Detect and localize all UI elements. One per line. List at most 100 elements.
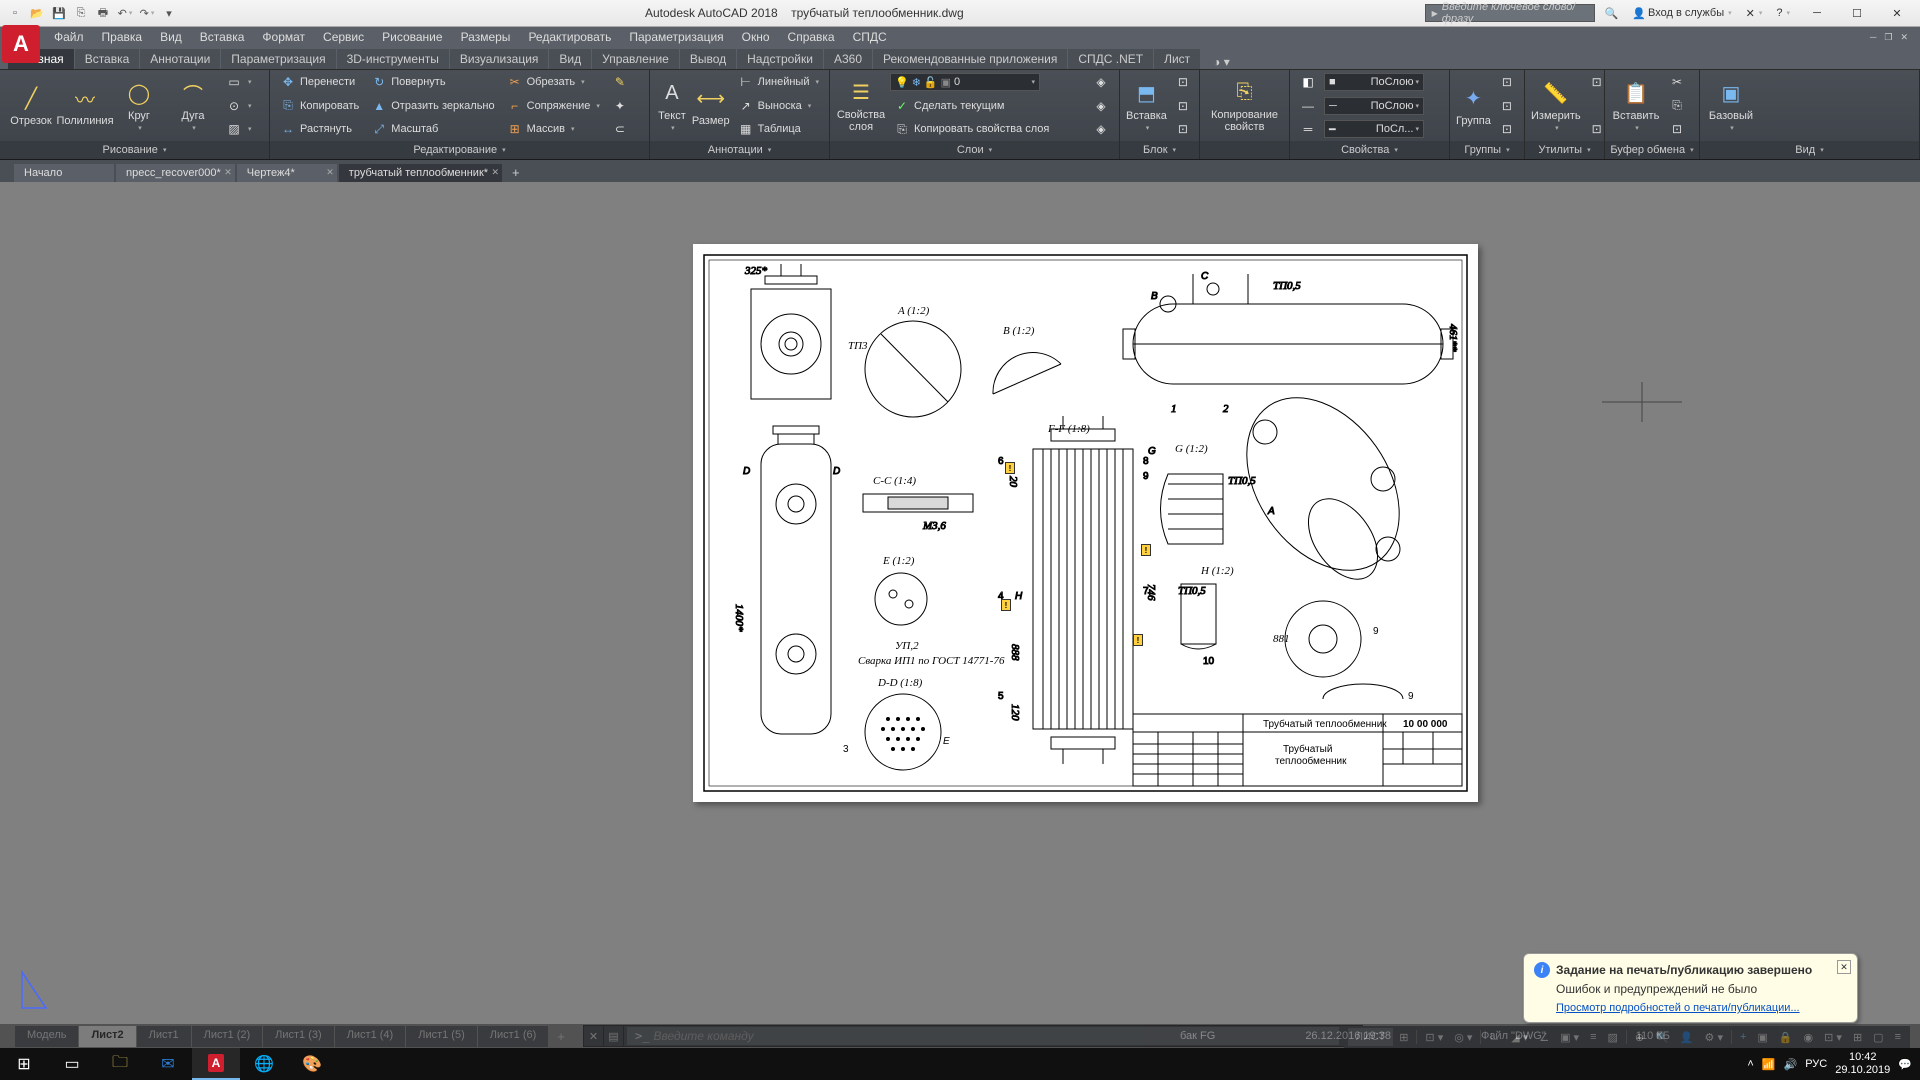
panel-clip-label[interactable]: Буфер обмена▾ [1605, 141, 1699, 159]
group-tool2-icon[interactable]: ⊡ [1495, 97, 1519, 115]
cut-icon[interactable]: ✂ [1665, 73, 1689, 91]
menu-tools[interactable]: Сервис [315, 29, 372, 45]
prop-line-icon[interactable]: — [1296, 97, 1320, 115]
menu-help[interactable]: Справка [780, 29, 843, 45]
paste-button[interactable]: 📋Вставить▾ [1611, 73, 1661, 138]
group-button[interactable]: ✦Группа [1456, 73, 1491, 138]
block-tool3-icon[interactable]: ⊡ [1171, 120, 1195, 138]
warning-marker-icon[interactable]: ! [1133, 634, 1143, 646]
rtab-layout[interactable]: Лист [1154, 49, 1200, 69]
panel-groups-label[interactable]: Группы▾ [1450, 141, 1524, 159]
line-button[interactable]: ╱Отрезок [6, 73, 56, 138]
explorer-button[interactable]: 🗀 [96, 1048, 144, 1080]
menu-draw[interactable]: Рисование [374, 29, 450, 45]
circle-button[interactable]: ◯Круг▾ [114, 73, 164, 138]
layer-tool1-icon[interactable]: ◈ [1089, 73, 1113, 91]
panel-annot-label[interactable]: Аннотации▾ [650, 141, 829, 159]
balloon-close-button[interactable]: ✕ [1837, 960, 1851, 974]
qat-undo-icon[interactable]: ↶▾ [116, 4, 134, 22]
linetype-dropdown[interactable]: ─ПоСлою▾ [1324, 97, 1424, 115]
make-current-button[interactable]: ✓Сделать текущим [890, 97, 1085, 115]
app-menu-button[interactable]: A [2, 25, 40, 63]
rtab-view[interactable]: Вид [549, 49, 591, 69]
erase-icon[interactable]: ✎ [608, 73, 632, 91]
insert-block-button[interactable]: ⬒Вставка▾ [1126, 73, 1167, 138]
drawing-canvas[interactable]: 325* A (1:2) ТП3 B (1:2) 12 B [8, 182, 1912, 1024]
rtab-annot[interactable]: Аннотации [140, 49, 220, 69]
copy-button[interactable]: ⎘Копировать [276, 97, 363, 115]
tray-clock[interactable]: 10:4229.10.2019 [1835, 1051, 1890, 1077]
taskview-button[interactable]: ▭ [48, 1048, 96, 1080]
autocad-taskbar-button[interactable]: A [192, 1048, 240, 1080]
rtab-3d[interactable]: 3D-инструменты [337, 49, 449, 69]
prop-color-icon[interactable]: ◧ [1296, 73, 1320, 91]
warning-marker-icon[interactable]: ! [1141, 544, 1151, 556]
match-layer-button[interactable]: ⎘Копировать свойства слоя [890, 120, 1085, 138]
copy2-icon[interactable]: ⎘ [1665, 97, 1689, 115]
rtab-insert[interactable]: Вставка [75, 49, 140, 69]
infocenter-icon[interactable]: 🔍 [1601, 7, 1623, 20]
menu-insert[interactable]: Вставка [192, 29, 253, 45]
help-icon[interactable]: ?▾ [1772, 7, 1794, 19]
prop-lw-icon[interactable]: ═ [1296, 120, 1320, 138]
panel-draw-label[interactable]: Рисование▾ [0, 141, 269, 159]
panel-utils-label[interactable]: Утилиты▾ [1525, 141, 1604, 159]
qat-save-icon[interactable]: 💾 [50, 4, 68, 22]
menu-format[interactable]: Формат [254, 29, 313, 45]
signin-button[interactable]: 👤 Вход в службы ▾ [1628, 7, 1735, 20]
doctab-drawing4[interactable]: Чертеж4*✕ [237, 164, 337, 182]
qat-menu-icon[interactable]: ▾ [160, 4, 178, 22]
tray-up-icon[interactable]: ˄ [1747, 1058, 1753, 1070]
tray-network-icon[interactable]: 📶 [1762, 1058, 1776, 1071]
tray-notifications-icon[interactable]: 💬 [1898, 1058, 1912, 1071]
exchange-icon[interactable]: ✕▾ [1742, 7, 1767, 20]
layer-dropdown[interactable]: 💡❄🔓▣ 0 ▾ [890, 73, 1040, 91]
array-button[interactable]: ⊞Массив▾ [503, 120, 604, 138]
dim-button[interactable]: ⟷Размер [692, 73, 730, 138]
block-tool2-icon[interactable]: ⊡ [1171, 97, 1195, 115]
start-button[interactable]: ⊞ [0, 1048, 48, 1080]
move-button[interactable]: ✥Перенести [276, 73, 363, 91]
clip3-icon[interactable]: ⊡ [1665, 120, 1689, 138]
polyline-button[interactable]: 〰Полилиния [60, 73, 110, 138]
leader-button[interactable]: ↗Выноска▾ [734, 97, 823, 115]
qat-redo-icon[interactable]: ↷▾ [138, 4, 156, 22]
layer-tool2-icon[interactable]: ◈ [1089, 97, 1113, 115]
linear-button[interactable]: ⊢Линейный▾ [734, 73, 823, 91]
block-tool1-icon[interactable]: ⊡ [1171, 73, 1195, 91]
search-input[interactable]: Введите ключевое слово/фразу [1425, 4, 1595, 22]
maximize-button[interactable]: ☐ [1840, 2, 1874, 24]
doctab-recover[interactable]: npecc_recover000*✕ [116, 164, 235, 182]
rtab-vis[interactable]: Визуализация [450, 49, 549, 69]
matchprops-button[interactable]: ⎘Копирование свойств [1206, 73, 1283, 138]
paper-space-sheet[interactable]: 325* A (1:2) ТП3 B (1:2) 12 B [693, 244, 1478, 802]
rtab-addins[interactable]: Надстройки [737, 49, 823, 69]
mdi-min-button[interactable]: ─ [1866, 32, 1880, 43]
tray-volume-icon[interactable]: 🔊 [1784, 1058, 1798, 1071]
measure-button[interactable]: 📏Измерить▾ [1531, 73, 1581, 138]
scale-button[interactable]: ⤢Масштаб [367, 120, 498, 138]
panel-modify-label[interactable]: Редактирование▾ [270, 141, 649, 159]
menu-file[interactable]: Файл [46, 29, 92, 45]
fillet-button[interactable]: ⌐Сопряжение▾ [503, 97, 604, 115]
qat-open-icon[interactable]: 📂 [28, 4, 46, 22]
arc-button[interactable]: ⌒Дуга▾ [168, 73, 218, 138]
close-button[interactable]: ✕ [1880, 2, 1914, 24]
close-icon[interactable]: ✕ [326, 167, 334, 178]
lineweight-dropdown[interactable]: ━ПоСл...▾ [1324, 120, 1424, 138]
minimize-button[interactable]: ─ [1800, 2, 1834, 24]
rtab-featured[interactable]: Рекомендованные приложения [873, 49, 1067, 69]
mdi-close-button[interactable]: ✕ [1896, 32, 1912, 43]
menu-dim[interactable]: Размеры [453, 29, 519, 45]
outlook-button[interactable]: ✉ [144, 1048, 192, 1080]
rtab-output[interactable]: Вывод [680, 49, 736, 69]
rotate-button[interactable]: ↻Повернуть [367, 73, 498, 91]
table-button[interactable]: ▦Таблица [734, 120, 823, 138]
mirror-button[interactable]: ▲Отразить зеркально [367, 97, 498, 115]
warning-marker-icon[interactable]: ! [1005, 462, 1015, 474]
menu-param[interactable]: Параметризация [621, 29, 731, 45]
panel-layers-label[interactable]: Слои▾ [830, 141, 1119, 159]
doctab-heatexchanger[interactable]: трубчатый теплообменник*✕ [339, 164, 502, 182]
text-button[interactable]: AТекст▾ [656, 73, 688, 138]
tray-lang[interactable]: РУС [1805, 1058, 1827, 1070]
